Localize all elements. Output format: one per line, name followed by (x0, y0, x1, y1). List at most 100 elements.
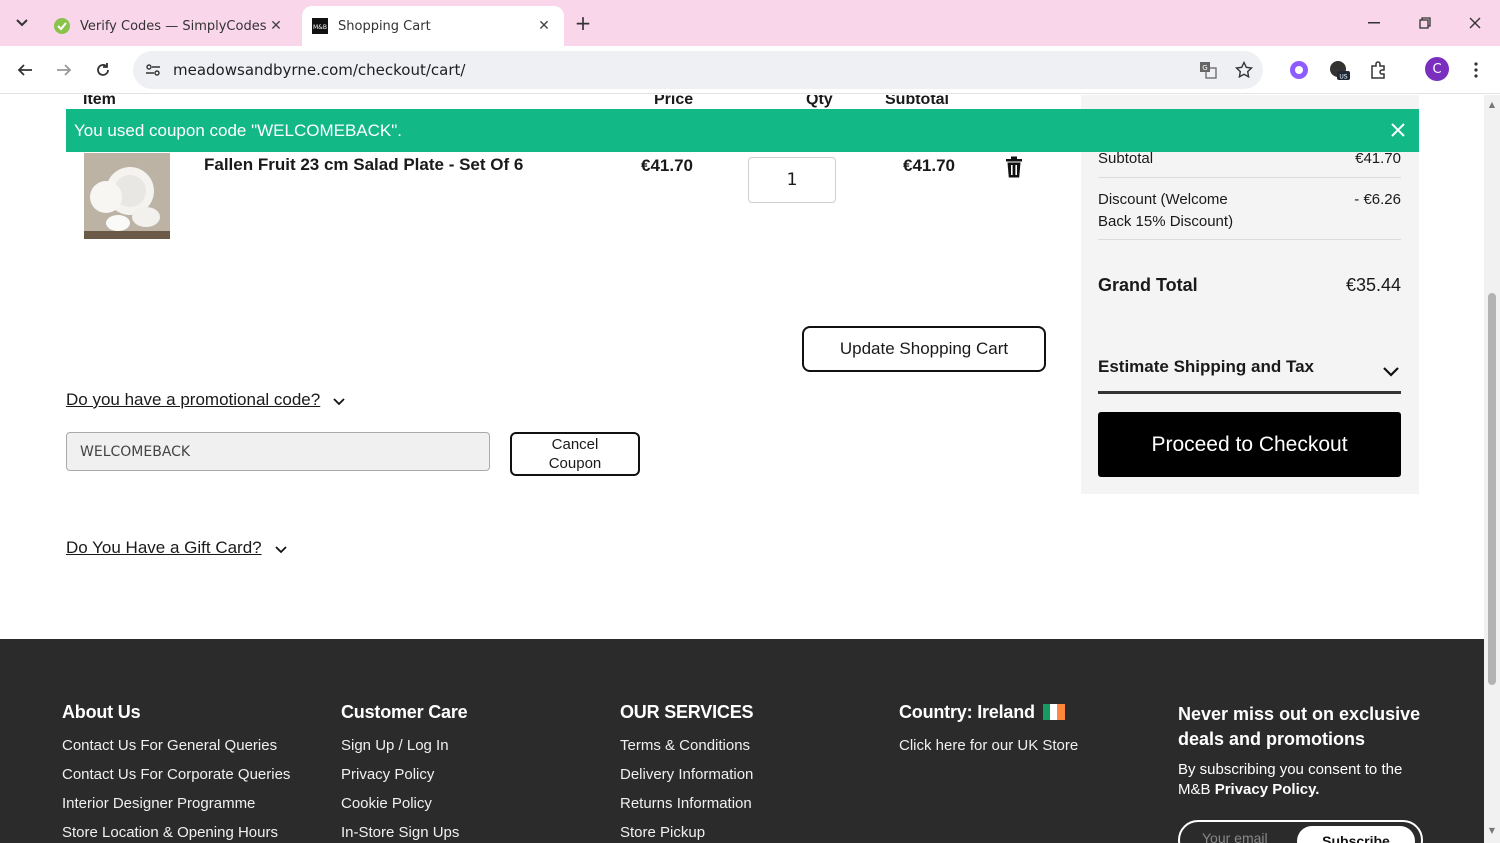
footer-link[interactable]: Contact Us For General Queries (62, 737, 290, 754)
browser-toolbar: meadowsandbyrne.com/checkout/cart/ G US (0, 46, 1500, 94)
chevron-down-icon (274, 541, 288, 555)
site-info-icon[interactable] (141, 58, 165, 82)
proceed-to-checkout-button[interactable]: Proceed to Checkout (1098, 412, 1401, 477)
bookmark-star-icon[interactable] (1233, 59, 1255, 81)
footer-newsletter-column: Never miss out on exclusive deals and pr… (1178, 702, 1428, 800)
profile-avatar[interactable]: C (1425, 57, 1449, 81)
footer-about-column: About Us Contact Us For General Queries … (62, 702, 290, 843)
tab-close-icon[interactable]: ✕ (266, 16, 286, 36)
footer-country-column: Country: Ireland Click here for our UK S… (899, 702, 1078, 766)
subscribe-button[interactable]: Subscribe (1297, 826, 1415, 843)
footer-link[interactable]: Interior Designer Programme (62, 795, 290, 812)
close-icon[interactable] (1387, 119, 1409, 141)
svg-text:M&B: M&B (313, 24, 327, 31)
promo-code-input[interactable]: WELCOMEBACK (66, 432, 490, 471)
notice-text: You used coupon code "WELCOMEBACK". (74, 120, 403, 140)
footer-link[interactable]: Store Pickup (620, 824, 753, 841)
footer-heading: OUR SERVICES (620, 702, 754, 722)
cancel-coupon-line1: Cancel (551, 436, 599, 453)
mb-logo-icon: M&B (312, 18, 328, 34)
new-tab-plus-icon[interactable]: + (570, 10, 596, 36)
item-subtotal: €41.70 (903, 156, 955, 175)
footer-link[interactable]: Sign Up / Log In (341, 737, 467, 754)
gift-card-label: Do You Have a Gift Card? (66, 538, 262, 557)
footer-link[interactable]: Returns Information (620, 795, 753, 812)
chevron-down-icon (1381, 361, 1401, 381)
back-arrow-icon[interactable] (11, 56, 39, 84)
simplycodes-icon (54, 18, 70, 34)
summary-subtotal-value: €41.70 (1355, 150, 1401, 167)
extension-purple-icon[interactable] (1287, 58, 1311, 82)
footer-services-column: OUR SERVICES Terms & Conditions Delivery… (620, 702, 754, 843)
vpn-globe-icon[interactable]: US (1327, 58, 1351, 82)
tab-verify-codes[interactable]: Verify Codes — SimplyCodes ✕ (44, 6, 296, 46)
column-header-qty: Qty (806, 95, 833, 108)
trash-icon[interactable] (1002, 155, 1026, 179)
promo-code-label: Do you have a promotional code? (66, 390, 321, 409)
gift-card-toggle[interactable]: Do You Have a Gift Card? (66, 538, 288, 558)
newsletter-consent: By subscribing you consent to the M&B Pr… (1178, 761, 1403, 798)
browser-menu-icon[interactable] (1464, 58, 1488, 82)
footer-link[interactable]: Terms & Conditions (620, 737, 753, 754)
footer-heading: Country: Ireland (899, 702, 1078, 723)
extensions-puzzle-icon[interactable] (1366, 58, 1390, 82)
grand-total-value: €35.44 (1345, 275, 1401, 295)
product-image[interactable] (84, 153, 170, 239)
column-header-price: Price (654, 95, 694, 108)
summary-discount-label: Discount (Welcome Back 15% Discount) (1098, 191, 1234, 230)
address-bar[interactable]: meadowsandbyrne.com/checkout/cart/ G (133, 51, 1263, 89)
divider (1098, 239, 1401, 240)
close-window-icon[interactable] (1455, 8, 1495, 38)
minimize-icon[interactable] (1354, 8, 1394, 38)
column-header-item: Item (83, 95, 116, 108)
tab-title: Shopping Cart (338, 18, 431, 34)
column-header-subtotal: Subtotal (885, 95, 949, 108)
tab-close-icon[interactable]: ✕ (534, 16, 554, 36)
newsletter-email-input[interactable]: Your email (1202, 830, 1268, 843)
url-text: meadowsandbyrne.com/checkout/cart/ (173, 61, 466, 79)
scroll-up-arrow-icon[interactable]: ▲ (1487, 100, 1497, 110)
scrollbar-thumb[interactable] (1488, 293, 1496, 685)
footer-link[interactable]: Contact Us For Corporate Queries (62, 766, 290, 783)
uk-store-link[interactable]: Click here for our UK Store (899, 737, 1078, 754)
footer-link[interactable]: In-Store Sign Ups (341, 824, 467, 841)
scroll-down-arrow-icon[interactable]: ▼ (1487, 826, 1497, 836)
footer-link[interactable]: Privacy Policy (341, 766, 467, 783)
site-footer: About Us Contact Us For General Queries … (0, 639, 1484, 843)
cancel-coupon-line2: Coupon (548, 455, 602, 472)
restore-icon[interactable] (1405, 8, 1445, 38)
cancel-coupon-button[interactable]: Cancel Coupon (510, 432, 640, 476)
item-price: €41.70 (641, 156, 693, 175)
estimate-shipping-label: Estimate Shipping and Tax (1098, 357, 1314, 376)
svg-text:US: US (1339, 74, 1347, 81)
summary-subtotal-label: Subtotal (1098, 150, 1154, 167)
promo-code-toggle[interactable]: Do you have a promotional code? (66, 390, 346, 410)
summary-discount-value: - €6.26 (1354, 191, 1401, 208)
footer-link[interactable]: Store Location & Opening Hours (62, 824, 290, 841)
privacy-policy-link[interactable]: Privacy Policy. (1215, 781, 1320, 798)
estimate-shipping-toggle[interactable]: Estimate Shipping and Tax (1098, 357, 1401, 393)
page-scrollbar[interactable]: ▲ ▼ (1484, 95, 1500, 843)
tab-list-chevron-icon[interactable] (8, 9, 36, 37)
forward-arrow-icon[interactable] (50, 56, 78, 84)
reload-icon[interactable] (89, 56, 117, 84)
footer-heading: Customer Care (341, 702, 468, 722)
coupon-success-notice: You used coupon code "WELCOMEBACK". (66, 109, 1419, 152)
product-name-link[interactable]: Fallen Fruit 23 cm Salad Plate - Set Of … (204, 155, 523, 175)
grand-total-row: Grand Total €35.44 (1098, 275, 1401, 301)
quantity-input[interactable]: 1 (748, 157, 836, 203)
update-cart-button[interactable]: Update Shopping Cart (802, 326, 1046, 372)
svg-text:G: G (1202, 64, 1207, 72)
newsletter-form: Your email Subscribe (1178, 820, 1423, 843)
newsletter-title: Never miss out on exclusive deals and pr… (1178, 704, 1421, 749)
divider (1098, 391, 1401, 394)
footer-link[interactable]: Delivery Information (620, 766, 753, 783)
tab-shopping-cart[interactable]: M&B Shopping Cart ✕ (302, 6, 564, 46)
cart-page: Item Price Qty Subtotal You used coupon … (0, 95, 1484, 843)
tab-title: Verify Codes — SimplyCodes (80, 18, 266, 34)
translate-icon[interactable]: G (1197, 59, 1219, 81)
summary-subtotal-row: Subtotal €41.70 (1098, 150, 1401, 172)
browser-tab-bar: Verify Codes — SimplyCodes ✕ M&B Shoppin… (0, 0, 1500, 46)
footer-care-column: Customer Care Sign Up / Log In Privacy P… (341, 702, 468, 843)
footer-link[interactable]: Cookie Policy (341, 795, 467, 812)
